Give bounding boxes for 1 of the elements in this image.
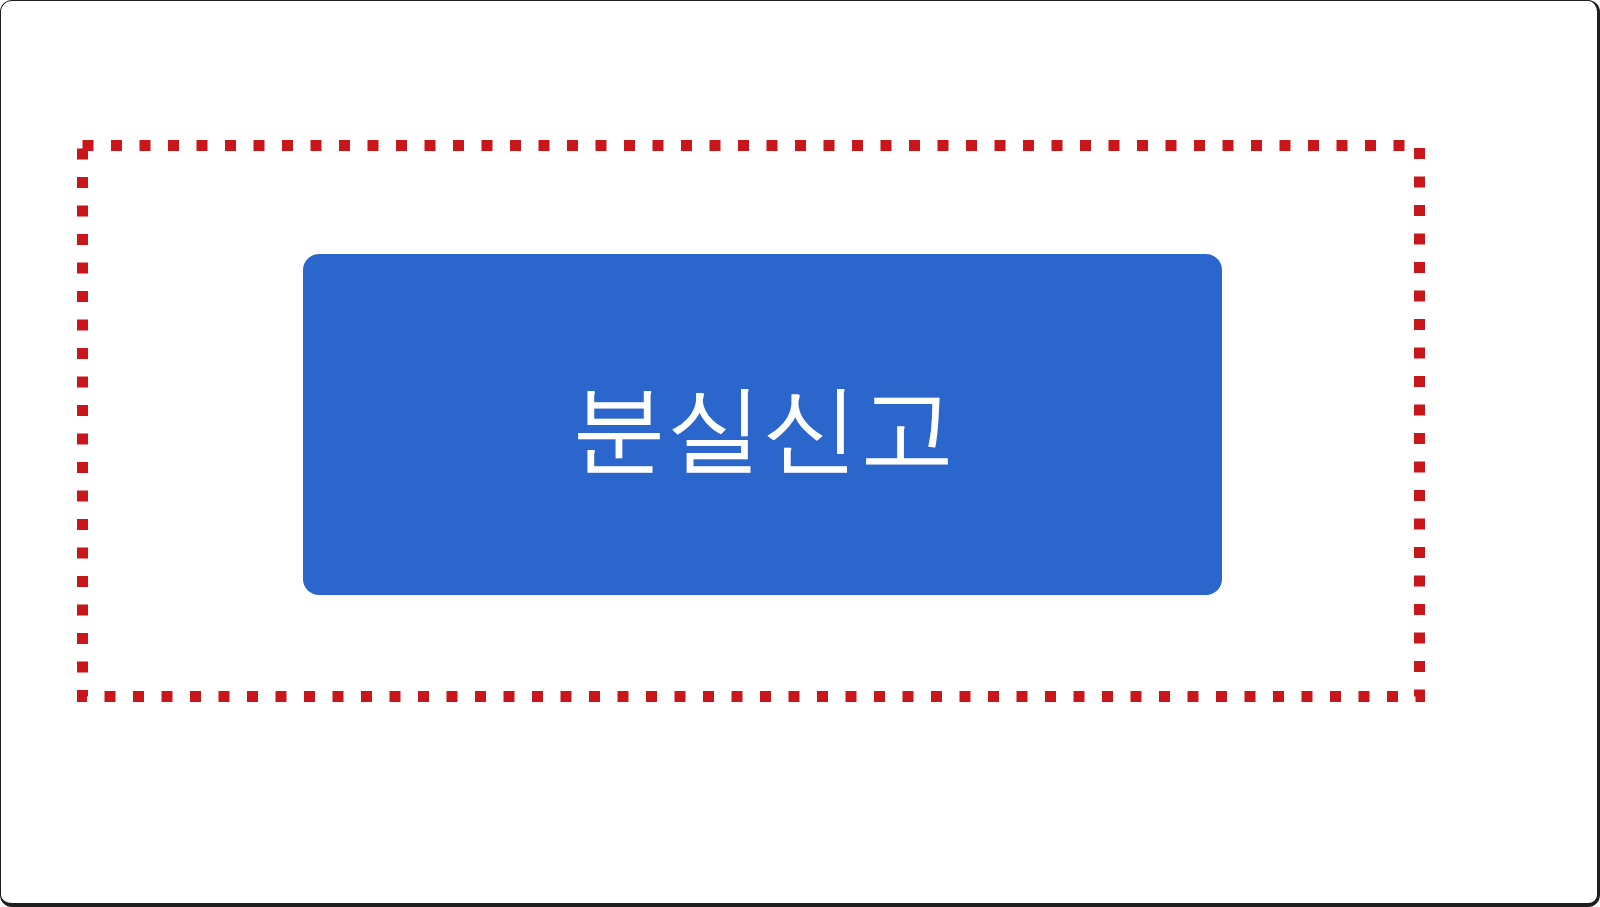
report-button[interactable]: 분실신고 (303, 254, 1222, 595)
